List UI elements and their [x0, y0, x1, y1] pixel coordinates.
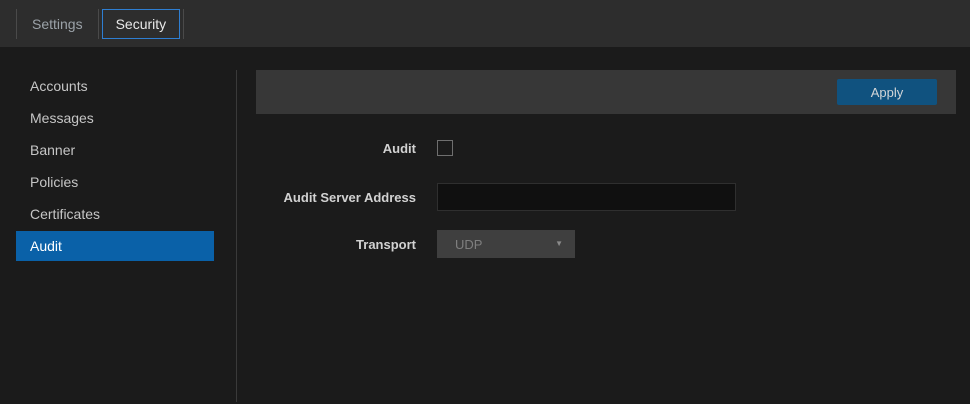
- transport-selected-value: UDP: [455, 237, 482, 252]
- audit-server-address-row: Audit Server Address: [256, 183, 736, 211]
- audit-server-address-input[interactable]: [437, 183, 736, 211]
- audit-label: Audit: [256, 141, 416, 156]
- audit-row: Audit: [256, 134, 453, 162]
- top-tab-bar: Settings Security: [0, 0, 970, 47]
- tab-settings[interactable]: Settings: [17, 9, 98, 39]
- sidebar-item-messages[interactable]: Messages: [16, 103, 214, 133]
- sidebar-item-audit[interactable]: Audit: [16, 231, 214, 261]
- sidebar-item-policies[interactable]: Policies: [16, 167, 214, 197]
- sidebar-nav: Accounts Messages Banner Policies Certif…: [0, 47, 236, 404]
- apply-button[interactable]: Apply: [837, 79, 937, 105]
- tab-security[interactable]: Security: [102, 9, 181, 39]
- chevron-down-icon: ▼: [555, 240, 563, 248]
- toolbar: Apply: [256, 70, 956, 114]
- sidebar-item-banner[interactable]: Banner: [16, 135, 214, 165]
- security-settings-screen: Settings Security Accounts Messages Bann…: [0, 0, 970, 404]
- sidebar-item-accounts[interactable]: Accounts: [16, 71, 214, 101]
- transport-select[interactable]: UDP ▼: [437, 230, 575, 258]
- sidebar-item-certificates[interactable]: Certificates: [16, 199, 214, 229]
- tab-divider: [98, 9, 99, 39]
- audit-server-address-label: Audit Server Address: [256, 190, 416, 205]
- sidebar-content-divider: [236, 70, 237, 402]
- audit-checkbox[interactable]: [437, 140, 453, 156]
- tab-divider: [183, 9, 184, 39]
- transport-row: Transport UDP ▼: [256, 230, 575, 258]
- transport-label: Transport: [256, 237, 416, 252]
